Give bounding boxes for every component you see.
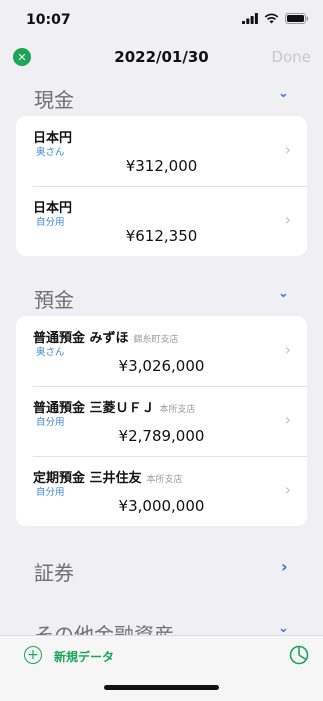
- item-amount: ¥2,789,000: [118, 427, 205, 445]
- chevron-right-icon[interactable]: ›: [281, 557, 288, 576]
- deposits-card: 普通預金 みずほ 錦糸町支店 奥さん ¥3,026,000 › 普通預金 三菱ＵＦ…: [16, 316, 307, 526]
- chevron-down-icon[interactable]: ⌄: [278, 286, 289, 301]
- section-header-deposits: 預金: [34, 288, 74, 312]
- list-item[interactable]: 普通預金 みずほ 錦糸町支店 奥さん ¥3,026,000 ›: [16, 316, 307, 386]
- list-item[interactable]: 日本円 奥さん ¥312,000 ›: [16, 116, 307, 186]
- new-data-button[interactable]: 新規データ: [54, 648, 114, 665]
- item-branch: 本所支店: [146, 475, 183, 485]
- item-owner: 自分用: [36, 487, 65, 498]
- navigation-bar: ✕ 2022/01/30 Done: [0, 38, 323, 76]
- item-amount: ¥3,026,000: [118, 357, 205, 375]
- signal-icon: [242, 13, 258, 24]
- section-header-cash: 現金: [34, 88, 74, 112]
- wifi-icon: [264, 13, 279, 24]
- content-scroll[interactable]: 現金 ⌄ 日本円 奥さん ¥312,000 › 日本円 自分用 ¥612,350…: [0, 76, 323, 635]
- pie-chart-icon[interactable]: [289, 645, 309, 665]
- item-owner: 自分用: [36, 417, 65, 428]
- plus-circle-icon[interactable]: +: [24, 646, 42, 664]
- item-amount: ¥612,350: [125, 227, 198, 245]
- chevron-down-icon[interactable]: ⌄: [278, 621, 289, 635]
- chevron-down-icon[interactable]: ⌄: [278, 86, 289, 101]
- chevron-right-icon: ›: [284, 340, 291, 359]
- section-header-securities[interactable]: 証券: [34, 557, 74, 586]
- item-branch: 錦糸町支店: [133, 335, 179, 345]
- chevron-right-icon: ›: [284, 140, 291, 159]
- item-owner: 奥さん: [36, 347, 65, 358]
- item-owner: 奥さん: [36, 147, 65, 158]
- section-header-other-assets: その他金融資産: [34, 623, 174, 635]
- list-item[interactable]: 普通預金 三菱ＵＦＪ 本所支店 自分用 ¥2,789,000 ›: [16, 386, 307, 456]
- status-time: 10:07: [26, 12, 71, 28]
- item-owner: 自分用: [36, 217, 65, 228]
- chevron-right-icon: ›: [284, 210, 291, 229]
- item-branch: 本所支店: [159, 405, 196, 415]
- item-amount: ¥3,000,000: [118, 497, 205, 515]
- done-button[interactable]: Done: [272, 48, 311, 66]
- item-amount: ¥312,000: [125, 157, 198, 175]
- chevron-right-icon: ›: [284, 410, 291, 429]
- bottom-toolbar: + 新規データ: [0, 635, 323, 701]
- cash-card: 日本円 奥さん ¥312,000 › 日本円 自分用 ¥612,350 ›: [16, 116, 307, 256]
- home-indicator: [104, 685, 219, 690]
- list-item[interactable]: 定期預金 三井住友 本所支店 自分用 ¥3,000,000 ›: [16, 456, 307, 526]
- list-item[interactable]: 日本円 自分用 ¥612,350 ›: [16, 186, 307, 256]
- status-bar: 10:07: [0, 0, 323, 38]
- battery-icon: [285, 13, 309, 24]
- chevron-right-icon: ›: [284, 480, 291, 499]
